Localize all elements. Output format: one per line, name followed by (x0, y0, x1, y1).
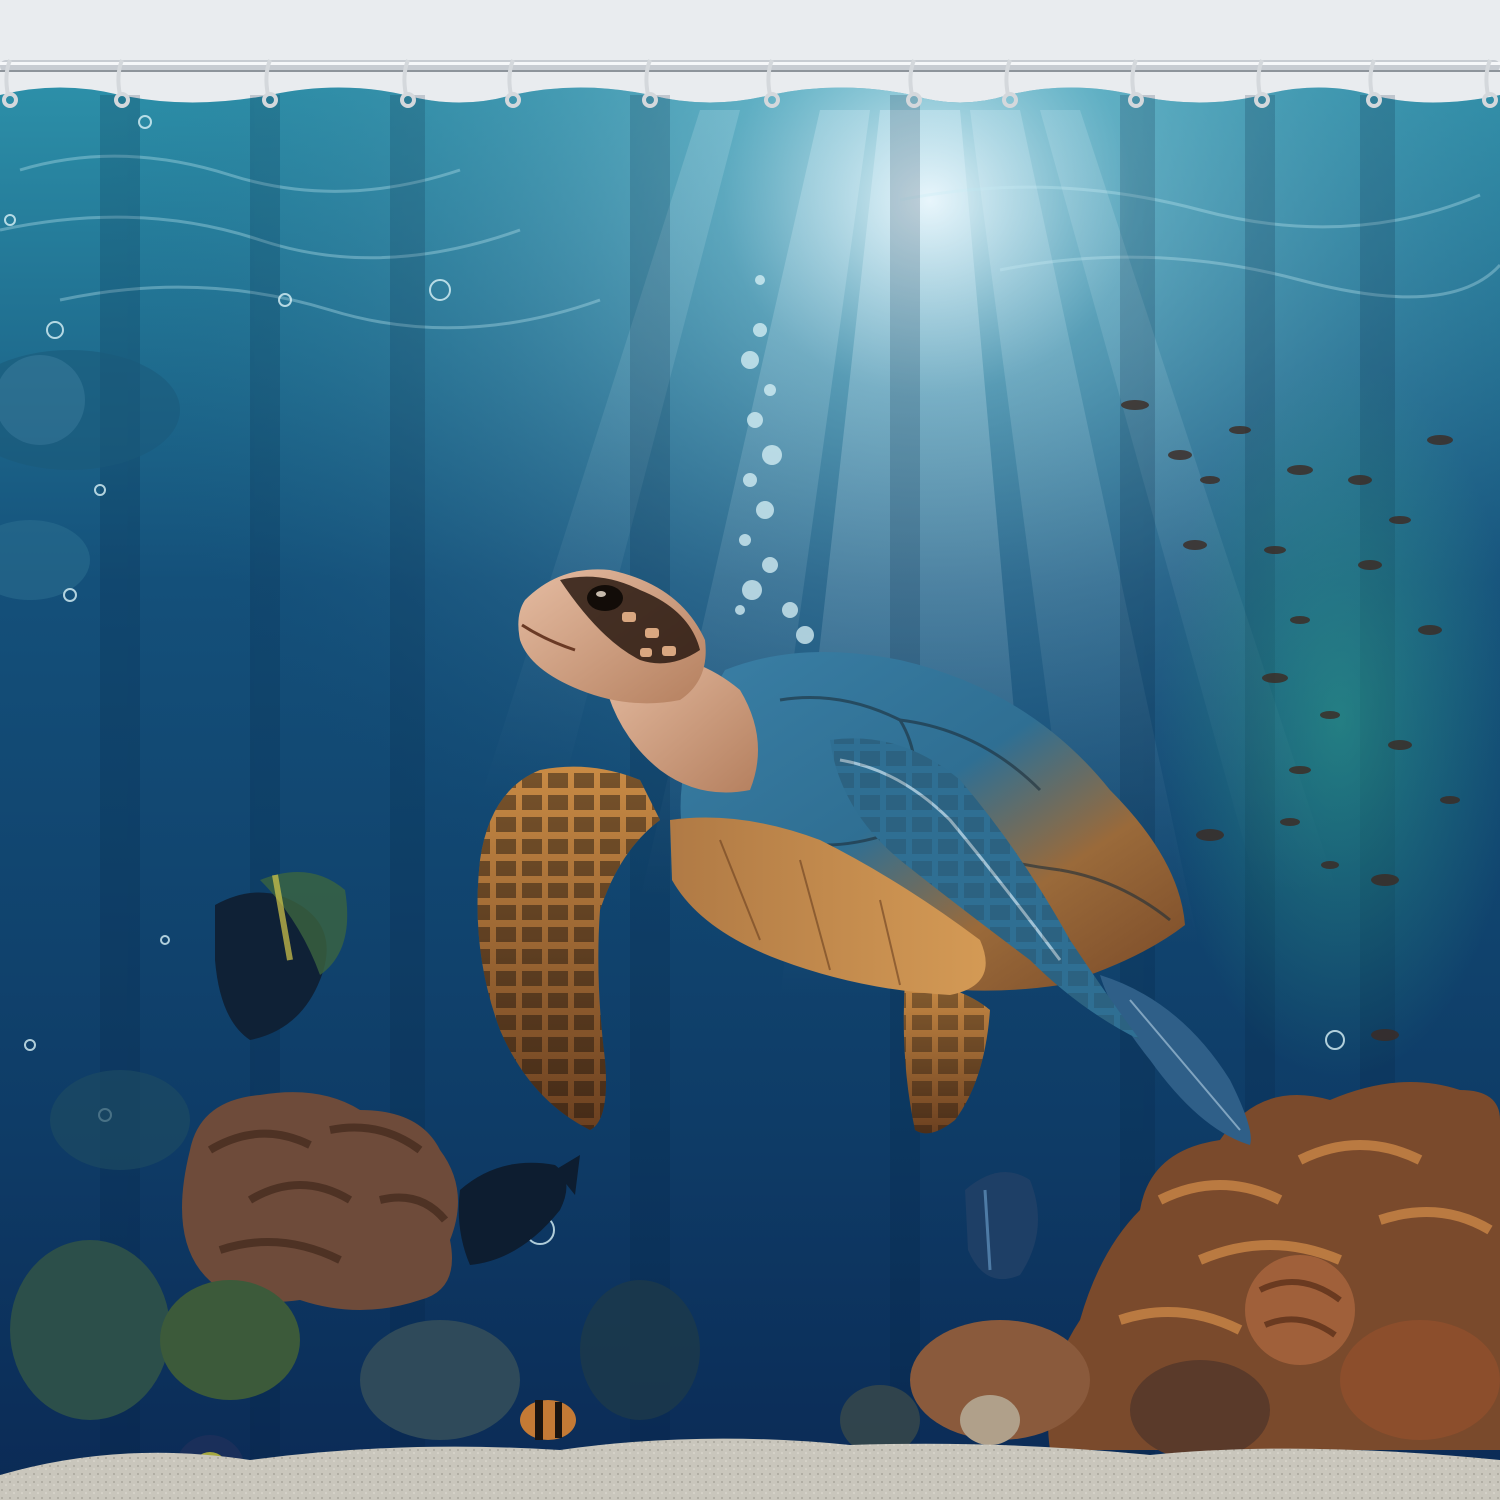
curtain-illustration (0, 0, 1500, 1500)
shower-curtain-scene (0, 0, 1500, 1500)
small-striped-fish (520, 1400, 576, 1440)
turtle-eye (587, 585, 623, 611)
blue-fish-right (965, 1172, 1038, 1280)
shower-rod (0, 60, 1500, 72)
